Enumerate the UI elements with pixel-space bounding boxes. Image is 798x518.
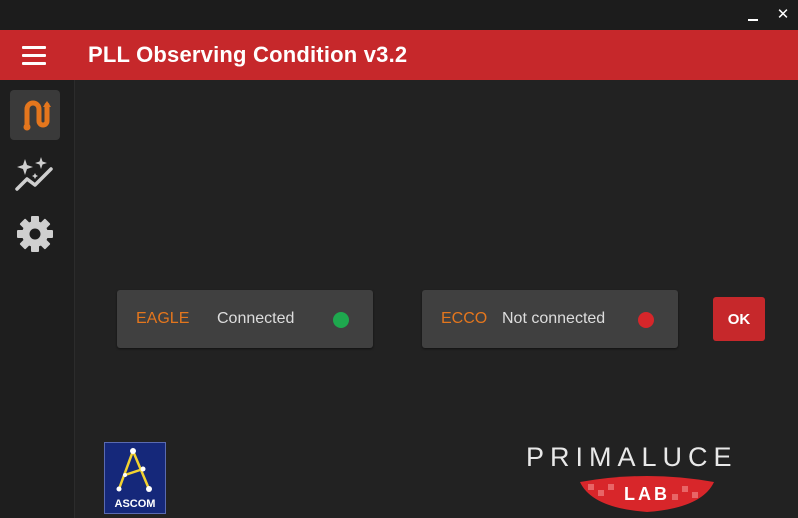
ascom-star-icon xyxy=(116,447,152,492)
device-status: Connected xyxy=(217,310,295,327)
hamburger-icon-bar xyxy=(22,62,46,65)
device-name: ECCO xyxy=(441,310,488,327)
device-name: EAGLE xyxy=(136,310,190,327)
sidebar-item-connection[interactable] xyxy=(10,90,60,140)
minimize-icon xyxy=(748,19,758,21)
menu-button[interactable] xyxy=(22,43,48,67)
status-indicator-red xyxy=(638,312,654,328)
hamburger-icon xyxy=(22,46,46,49)
primaluce-lab-logo: PRIMALUCE LAB xyxy=(522,440,772,516)
sidebar xyxy=(0,80,75,518)
device-card-eagle: EAGLE Connected xyxy=(117,290,373,348)
app-header: PLL Observing Condition v3.2 xyxy=(0,30,798,80)
window-titlebar: ✕ xyxy=(0,0,798,30)
sparkle-chart-icon xyxy=(15,157,53,191)
close-button[interactable]: ✕ xyxy=(772,4,794,26)
primaluce-wordmark: PRIMALUCE xyxy=(526,442,738,472)
minimize-button[interactable] xyxy=(742,4,764,26)
connection-icon xyxy=(23,100,51,131)
device-card-ecco: ECCO Not connected xyxy=(422,290,678,348)
sidebar-item-conditions[interactable] xyxy=(10,148,60,198)
device-status: Not connected xyxy=(502,310,606,327)
ok-button[interactable]: OK xyxy=(713,297,765,341)
hamburger-icon-bar xyxy=(22,54,46,57)
gear-icon xyxy=(17,216,53,252)
status-indicator-green xyxy=(333,312,349,328)
close-icon: ✕ xyxy=(776,6,790,23)
app-title: PLL Observing Condition v3.2 xyxy=(88,42,408,67)
app-window: ✕ PLL Observing Condition v3.2 EAGLE Con… xyxy=(0,0,798,518)
sidebar-item-settings[interactable] xyxy=(10,208,60,258)
ascom-logo: ASCOM xyxy=(104,442,166,514)
ascom-label: ASCOM xyxy=(114,498,156,510)
lab-wordmark: LAB xyxy=(624,484,670,504)
